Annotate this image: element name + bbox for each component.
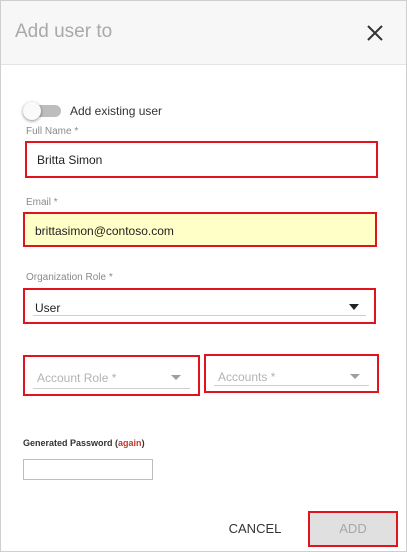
close-button[interactable] [363, 21, 387, 45]
email-field[interactable]: brittasimon@contoso.com [23, 212, 377, 247]
organization-role-underline [33, 315, 366, 316]
organization-role-label: Organization Role * [26, 272, 113, 283]
chevron-down-icon [349, 304, 359, 310]
account-role-select[interactable]: Account Role * [23, 355, 200, 396]
generated-password-text: Generated Password [23, 438, 113, 448]
add-user-dialog: Add user to Add existing user Full Name … [0, 0, 407, 552]
close-icon [367, 25, 383, 41]
dialog-title: Add user to [15, 21, 113, 42]
organization-role-select[interactable]: User [23, 288, 376, 324]
add-existing-user-toggle[interactable] [23, 102, 61, 120]
toggle-knob [23, 102, 41, 120]
account-role-underline [33, 388, 190, 389]
accounts-placeholder: Accounts * [218, 370, 276, 384]
accounts-underline [214, 385, 369, 386]
add-existing-user-label: Add existing user [70, 104, 163, 118]
full-name-field[interactable]: Britta Simon [25, 141, 378, 178]
chevron-down-icon [350, 374, 360, 379]
organization-role-value: User [35, 301, 61, 315]
dialog-header: Add user to [1, 1, 406, 65]
account-role-placeholder: Account Role * [37, 371, 117, 385]
email-value: brittasimon@contoso.com [35, 224, 174, 238]
generated-password-field[interactable] [23, 459, 153, 480]
full-name-value: Britta Simon [37, 153, 103, 167]
full-name-label: Full Name * [26, 126, 79, 137]
add-button[interactable]: ADD [308, 511, 398, 547]
email-label: Email * [26, 197, 58, 208]
chevron-down-icon [171, 375, 181, 380]
close-paren: ) [141, 438, 145, 448]
accounts-select[interactable]: Accounts * [204, 354, 379, 393]
again-link[interactable]: again [118, 438, 142, 448]
generated-password-label: Generated Password (again) [23, 438, 145, 448]
cancel-button[interactable]: CANCEL [219, 516, 291, 542]
